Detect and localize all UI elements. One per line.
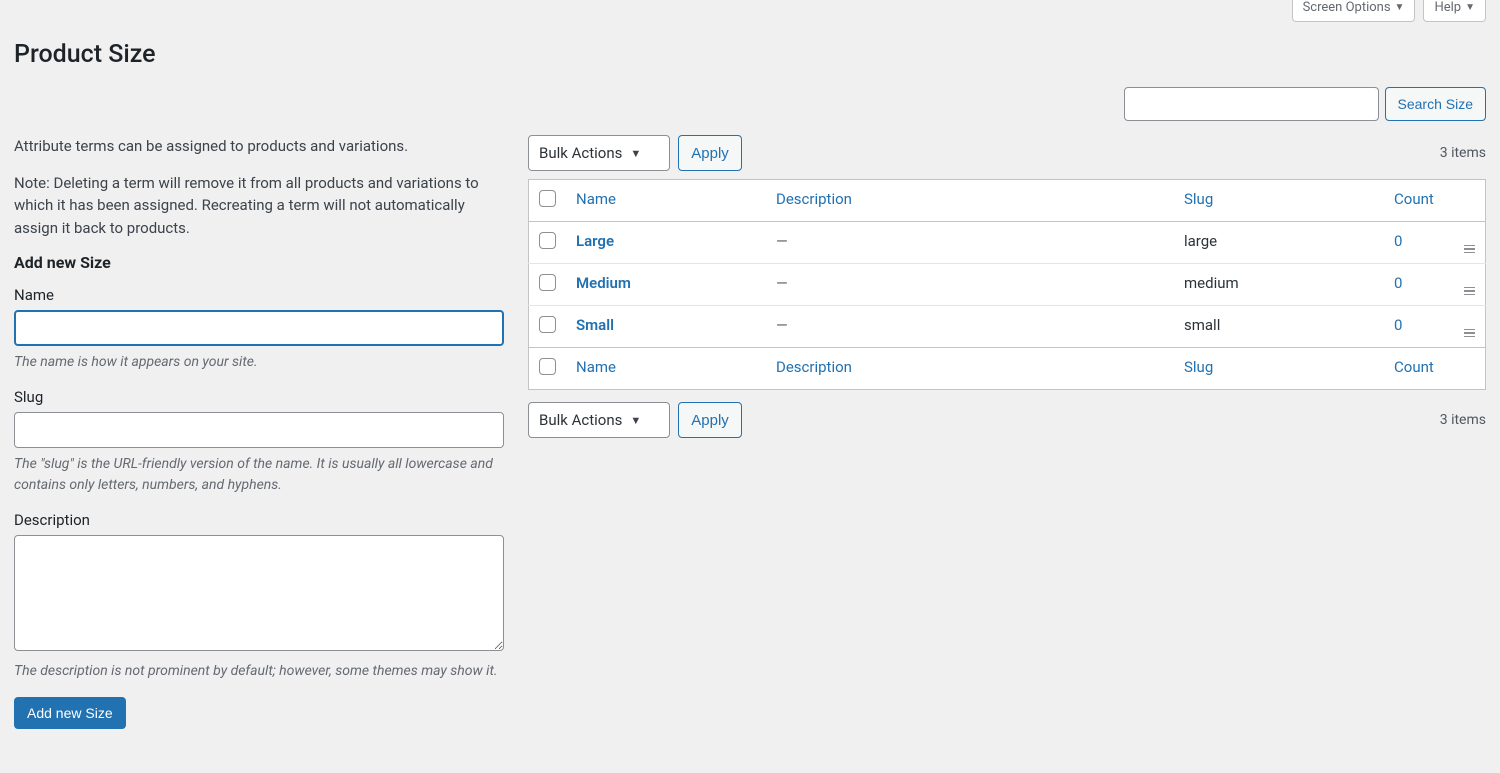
column-count-sort[interactable]: Count <box>1394 358 1434 376</box>
drag-handle-icon[interactable] <box>1464 287 1475 296</box>
table-row: Medium — medium 0 <box>529 264 1486 306</box>
apply-button-top[interactable]: Apply <box>678 135 742 171</box>
term-count-link[interactable]: 0 <box>1394 274 1402 292</box>
form-heading: Add new Size <box>14 253 504 272</box>
bulk-actions-label: Bulk Actions <box>539 144 622 162</box>
bulk-actions-select-top[interactable]: Bulk Actions ▼ <box>528 135 670 171</box>
search-input[interactable] <box>1124 87 1379 121</box>
screen-options-label: Screen Options <box>1303 0 1391 15</box>
column-description-sort[interactable]: Description <box>776 358 852 376</box>
term-name-link[interactable]: Large <box>576 232 614 250</box>
intro-text-2: Note: Deleting a term will remove it fro… <box>14 172 504 240</box>
help-label: Help <box>1434 0 1461 15</box>
column-description-sort[interactable]: Description <box>776 190 852 208</box>
term-slug: small <box>1174 306 1384 348</box>
column-name-sort[interactable]: Name <box>576 358 616 376</box>
description-help: The description is not prominent by defa… <box>14 661 504 681</box>
chevron-down-icon: ▼ <box>1395 2 1405 13</box>
term-count-link[interactable]: 0 <box>1394 232 1402 250</box>
slug-input[interactable] <box>14 412 504 448</box>
term-name-link[interactable]: Medium <box>576 274 631 292</box>
search-button[interactable]: Search Size <box>1385 87 1486 121</box>
chevron-down-icon: ▼ <box>1465 2 1475 13</box>
intro-text-1: Attribute terms can be assigned to produ… <box>14 135 504 158</box>
select-all-bottom[interactable] <box>539 358 556 375</box>
drag-handle-icon[interactable] <box>1464 329 1475 338</box>
slug-help: The "slug" is the URL-friendly version o… <box>14 454 504 495</box>
terms-table: Name Description Slug Count Large — larg… <box>528 179 1486 390</box>
apply-button-bottom[interactable]: Apply <box>678 402 742 438</box>
add-new-size-button[interactable]: Add new Size <box>14 697 126 729</box>
row-checkbox[interactable] <box>539 316 556 333</box>
items-count-top: 3 items <box>1440 145 1486 161</box>
column-count-sort[interactable]: Count <box>1394 190 1434 208</box>
column-slug-sort[interactable]: Slug <box>1184 190 1213 208</box>
table-row: Small — small 0 <box>529 306 1486 348</box>
items-count-bottom: 3 items <box>1440 412 1486 428</box>
name-input[interactable] <box>14 310 504 346</box>
name-help: The name is how it appears on your site. <box>14 352 504 372</box>
term-count-link[interactable]: 0 <box>1394 316 1402 334</box>
term-description: — <box>766 264 1174 306</box>
description-textarea[interactable] <box>14 535 504 651</box>
help-tab[interactable]: Help ▼ <box>1423 0 1486 22</box>
term-name-link[interactable]: Small <box>576 316 614 334</box>
bulk-actions-select-bottom[interactable]: Bulk Actions ▼ <box>528 402 670 438</box>
page-title: Product Size <box>14 40 1486 69</box>
description-label: Description <box>14 511 504 529</box>
column-slug-sort[interactable]: Slug <box>1184 358 1213 376</box>
bulk-actions-label: Bulk Actions <box>539 411 622 429</box>
term-slug: medium <box>1174 264 1384 306</box>
chevron-down-icon: ▼ <box>630 414 641 427</box>
slug-label: Slug <box>14 388 504 406</box>
drag-handle-icon[interactable] <box>1464 245 1475 254</box>
term-description: — <box>766 306 1174 348</box>
screen-options-tab[interactable]: Screen Options ▼ <box>1292 0 1416 22</box>
term-description: — <box>766 222 1174 264</box>
name-label: Name <box>14 286 504 304</box>
term-slug: large <box>1174 222 1384 264</box>
column-name-sort[interactable]: Name <box>576 190 616 208</box>
table-row: Large — large 0 <box>529 222 1486 264</box>
chevron-down-icon: ▼ <box>630 147 641 160</box>
row-checkbox[interactable] <box>539 274 556 291</box>
select-all-top[interactable] <box>539 190 556 207</box>
row-checkbox[interactable] <box>539 232 556 249</box>
